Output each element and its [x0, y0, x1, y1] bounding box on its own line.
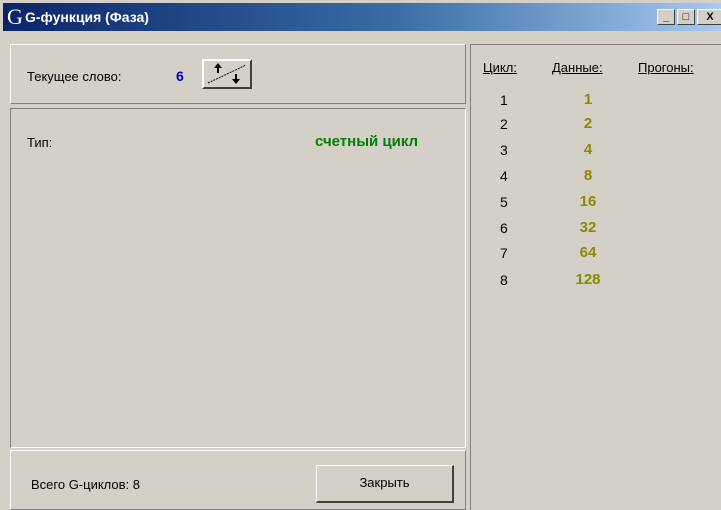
close-button-label: Закрыть	[359, 475, 410, 490]
close-window-button[interactable]: X	[697, 9, 721, 25]
data-cell: 32	[579, 219, 597, 236]
cycle-cell: 5	[500, 194, 508, 210]
data-cell: 8	[583, 167, 593, 184]
minimize-button[interactable]: _	[657, 9, 675, 25]
sort-toggle-button[interactable]	[202, 59, 252, 89]
type-label: Тип:	[27, 135, 53, 150]
data-cell: 2	[583, 115, 593, 132]
window-title: G-функция (Фаза)	[25, 9, 149, 25]
sort-up-down-icon	[207, 63, 247, 84]
cycle-cell: 8	[500, 272, 508, 288]
type-value: счетный цикл	[315, 133, 419, 150]
type-panel: Тип: счетный цикл	[10, 108, 466, 448]
title-bar[interactable]: G G-функция (Фаза) _ □ X	[3, 3, 721, 31]
data-cell: 64	[579, 244, 597, 261]
cycle-cell: 6	[500, 220, 508, 236]
maximize-button[interactable]: □	[677, 9, 695, 25]
current-word-value: 6	[176, 68, 184, 84]
app-logo-icon: G	[7, 4, 23, 29]
header-cycle: Цикл:	[483, 60, 517, 75]
cycle-cell: 3	[500, 142, 508, 158]
g-function-window: G G-функция (Фаза) _ □ X Текущее слово: …	[0, 0, 721, 510]
close-button[interactable]: Закрыть	[316, 465, 454, 503]
data-cell: 4	[583, 141, 593, 158]
data-cell: 16	[579, 193, 597, 210]
cycle-cell: 7	[500, 245, 508, 261]
cycle-cell: 2	[500, 116, 508, 132]
total-cycles-label: Всего G-циклов: 8	[31, 477, 141, 492]
current-word-label: Текущее слово:	[27, 69, 122, 84]
data-cell: 1	[583, 91, 593, 108]
header-runs: Прогоны:	[638, 60, 694, 75]
cycle-cell: 4	[500, 168, 508, 184]
data-cell: 128	[575, 271, 601, 288]
cycle-cell: 1	[500, 92, 508, 108]
header-data: Данные:	[552, 60, 603, 75]
